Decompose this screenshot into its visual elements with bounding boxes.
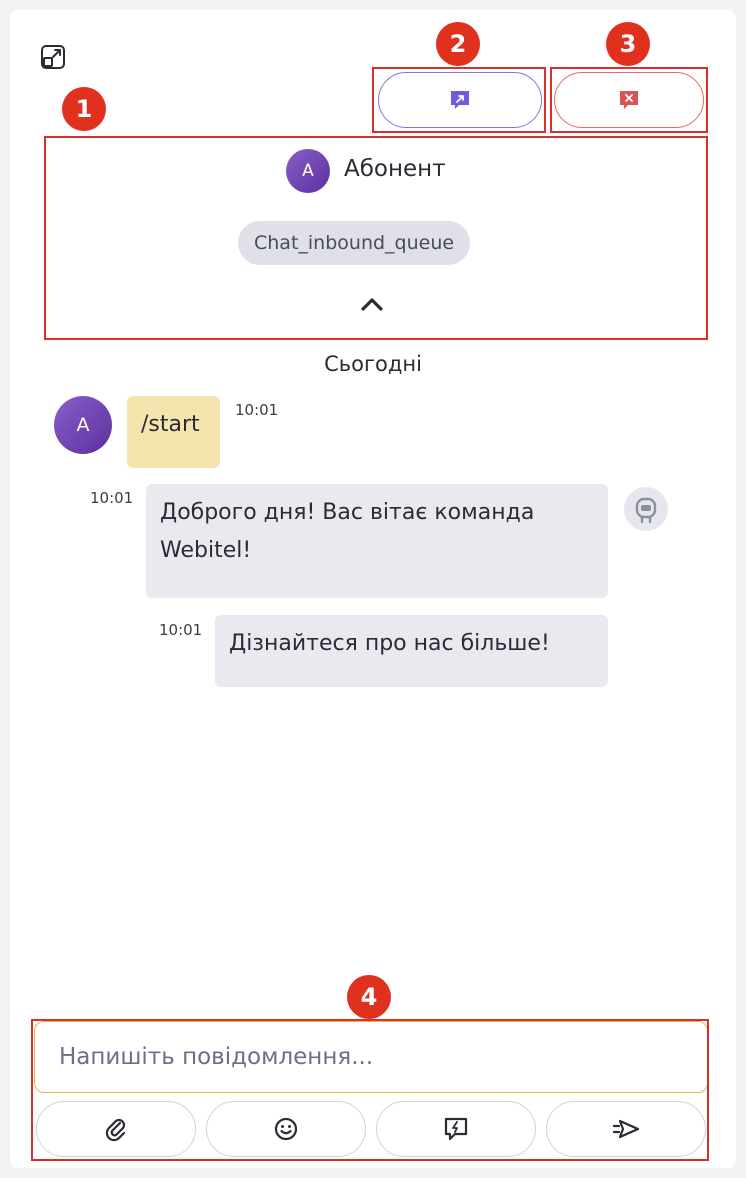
annotation-badge-1: 1 xyxy=(62,87,106,131)
annotation-box-2 xyxy=(372,67,546,133)
message-bubble-bot: Дізнайтеся про нас більше! xyxy=(215,615,608,687)
bot-icon xyxy=(635,497,657,524)
expand-icon[interactable] xyxy=(40,44,66,70)
message-time: 10:01 xyxy=(90,489,134,507)
message-time: 10:01 xyxy=(159,621,203,639)
annotation-badge-4: 4 xyxy=(347,975,391,1019)
annotation-box-1 xyxy=(44,136,708,340)
annotation-box-4 xyxy=(31,1019,709,1161)
message-bubble-client: /start xyxy=(127,396,220,468)
annotation-box-3 xyxy=(550,67,708,133)
message-time: 10:01 xyxy=(235,401,279,419)
client-avatar: A xyxy=(54,396,112,454)
annotation-badge-2: 2 xyxy=(436,22,480,66)
bot-avatar xyxy=(624,487,668,531)
annotation-badge-3: 3 xyxy=(606,22,650,66)
date-separator: Сьогодні xyxy=(324,352,422,376)
message-bubble-bot: Доброго дня! Вас вітає команда Webitel! xyxy=(146,484,608,598)
client-initial: A xyxy=(76,414,90,436)
